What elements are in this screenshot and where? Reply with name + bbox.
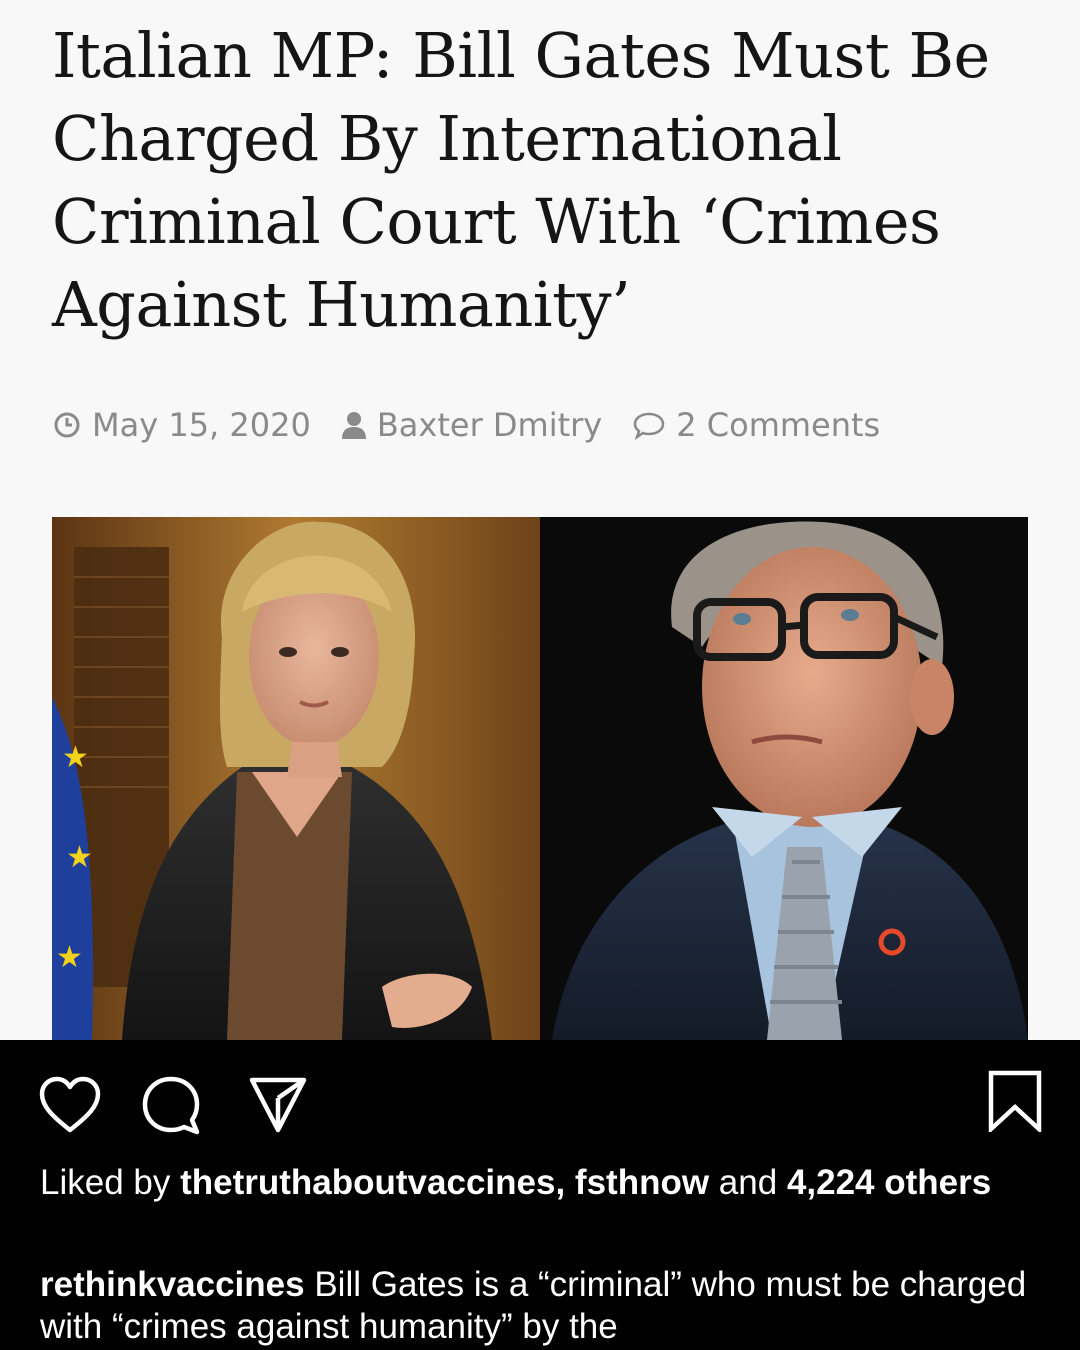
liked-by-user-1[interactable]: thetruthaboutvaccines, xyxy=(180,1163,565,1202)
meta-date: May 15, 2020 xyxy=(52,406,311,444)
user-icon xyxy=(341,412,366,439)
comment-icon[interactable] xyxy=(140,1074,202,1136)
comment-bubble-icon xyxy=(633,412,665,440)
likes-count[interactable]: 4,224 xyxy=(787,1163,875,1202)
svg-text:★: ★ xyxy=(56,940,83,975)
likes-suffix[interactable]: others xyxy=(884,1163,991,1202)
article-screenshot: Italian MP: Bill Gates Must Be Charged B… xyxy=(0,0,1080,1040)
likes-summary[interactable]: Liked by thetruthaboutvaccines, fsthnow … xyxy=(40,1162,1040,1204)
meta-comments[interactable]: 2 Comments xyxy=(632,406,880,444)
heart-icon[interactable] xyxy=(38,1076,102,1134)
article-meta: May 15, 2020 Baxter Dmitry 2 Comments xyxy=(52,400,910,450)
likes-prefix: Liked by xyxy=(40,1163,171,1202)
clock-icon xyxy=(54,412,80,438)
send-icon[interactable] xyxy=(248,1074,308,1134)
caption-username[interactable]: rethinkvaccines xyxy=(40,1265,305,1304)
bookmark-icon[interactable] xyxy=(988,1070,1042,1132)
left-photo-woman: ★ ★ ★ xyxy=(52,517,540,1040)
meta-comments-text[interactable]: 2 Comments xyxy=(676,406,880,444)
likes-joiner: and xyxy=(718,1163,778,1202)
article-headline: Italian MP: Bill Gates Must Be Charged B… xyxy=(52,19,990,341)
svg-text:★: ★ xyxy=(66,840,93,875)
article-photo: ★ ★ ★ xyxy=(52,517,1028,1040)
meta-author-text[interactable]: Baxter Dmitry xyxy=(377,406,602,444)
meta-author[interactable]: Baxter Dmitry xyxy=(341,406,602,444)
post-caption: rethinkvaccines Bill Gates is a “crimina… xyxy=(40,1264,1040,1348)
liked-by-user-2[interactable]: fsthnow xyxy=(575,1163,709,1202)
meta-date-text: May 15, 2020 xyxy=(92,406,311,444)
right-photo-man xyxy=(540,517,1028,1040)
svg-text:★: ★ xyxy=(62,740,89,775)
